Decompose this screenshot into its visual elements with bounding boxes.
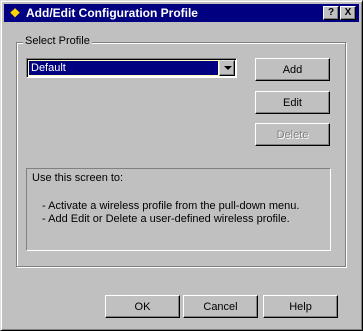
help-button[interactable]: Help	[263, 295, 338, 318]
info-item: - Activate a wireless profile from the p…	[42, 200, 300, 212]
wireless-icon: ❖	[9, 6, 21, 20]
title-bar[interactable]: ❖ Add/Edit Configuration Profile ? X	[4, 4, 359, 22]
window-title: Add/Edit Configuration Profile	[26, 6, 198, 20]
ok-button[interactable]: OK	[105, 295, 180, 318]
edit-button[interactable]: Edit	[255, 91, 330, 114]
help-title-button[interactable]: ?	[323, 6, 339, 20]
info-item: - Add Edit or Delete a user-defined wire…	[42, 213, 290, 225]
delete-button[interactable]: Delete	[255, 123, 330, 146]
chevron-down-icon[interactable]	[219, 60, 235, 76]
group-label: Select Profile	[23, 35, 92, 47]
profile-dropdown-value: Default	[28, 60, 219, 76]
close-button[interactable]: X	[340, 6, 356, 20]
dialog-window: ❖ Add/Edit Configuration Profile ? X Sel…	[0, 0, 363, 331]
cancel-button[interactable]: Cancel	[183, 295, 258, 318]
profile-dropdown[interactable]: Default	[26, 58, 237, 78]
info-panel: Use this screen to: - Activate a wireles…	[26, 168, 331, 251]
info-heading: Use this screen to:	[32, 172, 124, 184]
add-button[interactable]: Add	[255, 58, 330, 81]
